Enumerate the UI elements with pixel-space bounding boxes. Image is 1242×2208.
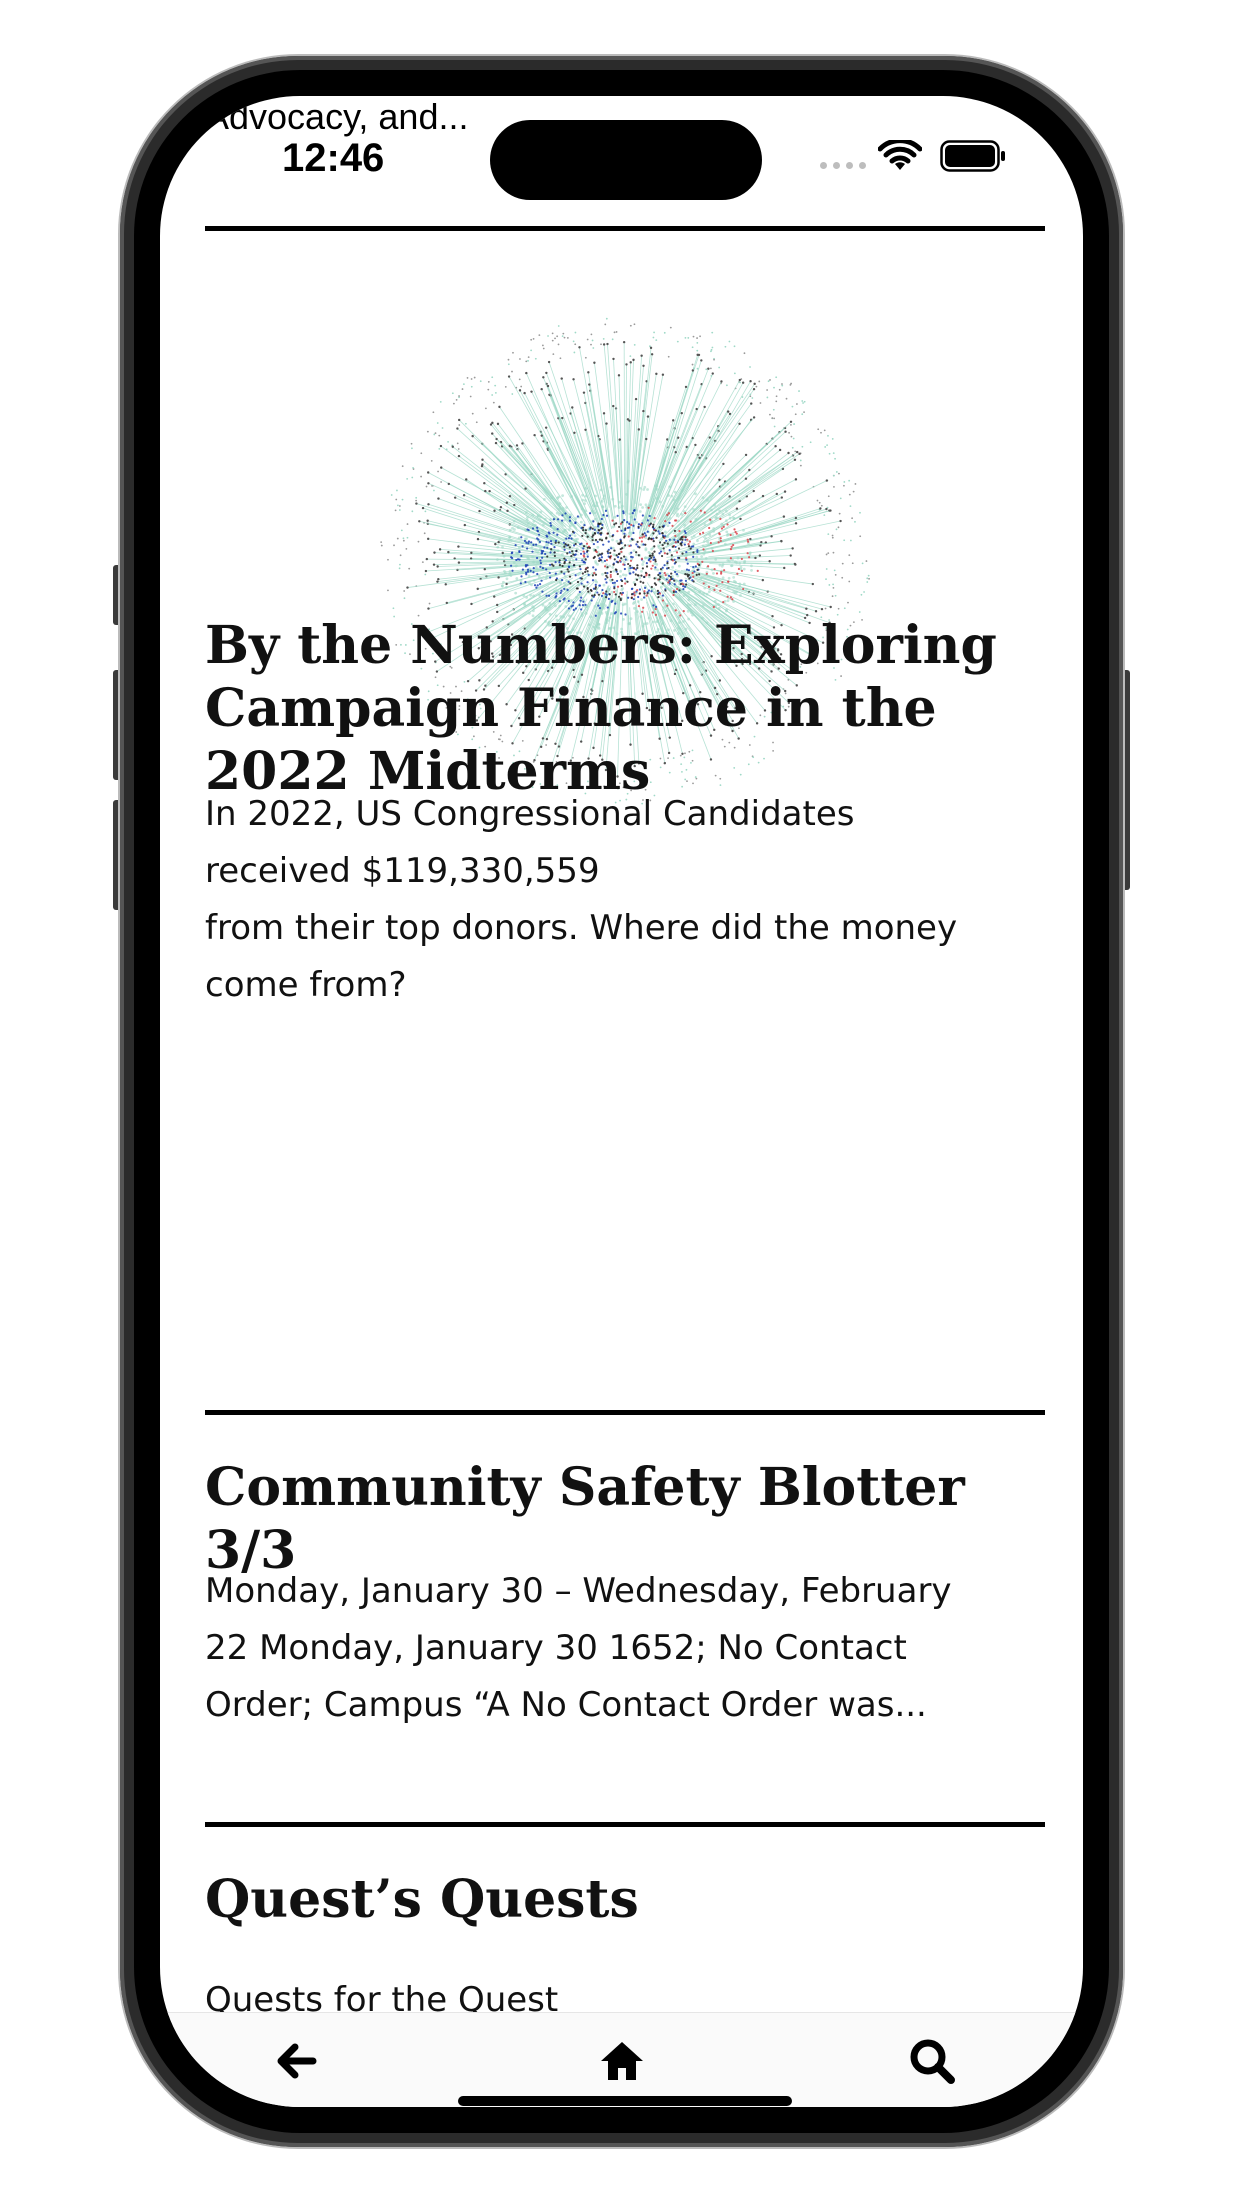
device-mockup: By the Numbers: Exploring Campaign Finan… <box>0 0 1242 2208</box>
home-button[interactable] <box>592 2031 652 2091</box>
search-button[interactable] <box>902 2031 962 2091</box>
search-icon <box>910 2039 955 2084</box>
back-button[interactable] <box>266 2031 326 2091</box>
dynamic-island <box>490 120 762 200</box>
home-indicator[interactable] <box>458 2096 792 2106</box>
divider <box>205 1410 1045 1415</box>
home-icon <box>601 2042 643 2080</box>
back-to-previous-app[interactable]: Advocacy, and... <box>205 96 468 138</box>
status-time: 12:46 <box>282 136 385 180</box>
divider <box>205 1822 1045 1827</box>
arrow-left-icon <box>277 2043 317 2079</box>
screen: By the Numbers: Exploring Campaign Finan… <box>160 96 1083 2107</box>
article-excerpt: Monday, January 30 – Wednesday, February… <box>205 1571 952 1725</box>
article-title[interactable]: By the Numbers: Exploring Campaign Finan… <box>205 614 1045 803</box>
battery-icon <box>940 140 1005 172</box>
cellular-signal-icon <box>820 162 866 169</box>
wifi-icon <box>878 140 922 170</box>
power-button <box>1122 670 1130 890</box>
article-title[interactable]: Quest’s Quests <box>205 1868 1045 1931</box>
bottom-navigation-bar <box>160 2012 1083 2107</box>
article-excerpt: In 2022, US Congressional Candidates rec… <box>205 794 958 1005</box>
divider <box>205 226 1045 231</box>
